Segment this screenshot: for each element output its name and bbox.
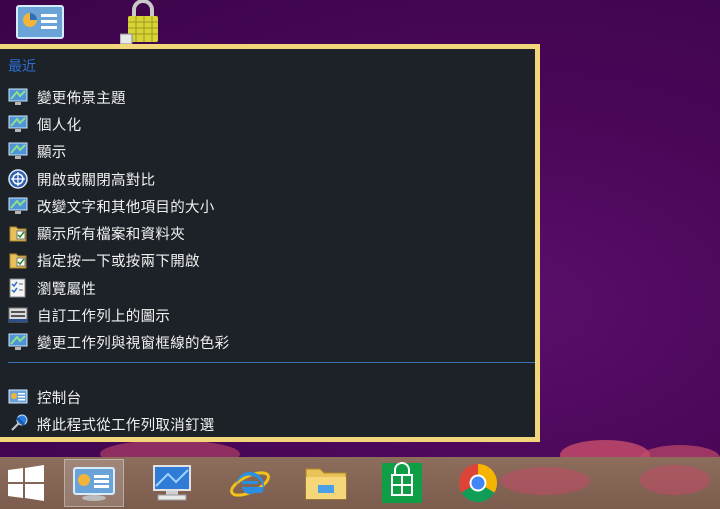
recent-item-single-double-click[interactable]: 指定按一下或按兩下開啟 <box>8 248 528 272</box>
internet-explorer-icon <box>230 471 270 497</box>
windows-logo-icon <box>8 465 44 501</box>
recent-item-personalization[interactable]: 個人化 <box>8 112 528 136</box>
unpin-icon <box>8 414 28 434</box>
recent-item-high-contrast[interactable]: 開啟或關閉高對比 <box>8 167 528 191</box>
jump-list-divider <box>8 362 535 363</box>
computer-taskbar-button[interactable] <box>142 459 202 507</box>
start-button[interactable] <box>0 459 52 507</box>
control-panel-desktop-icon[interactable] <box>16 0 64 48</box>
monitor-icon <box>8 332 28 352</box>
taskbar-splat <box>500 467 590 495</box>
taskbar-icon <box>8 305 28 325</box>
task-item-unpin[interactable]: 將此程式從工作列取消釘選 <box>8 412 528 436</box>
recent-item-label: 顯示 <box>37 144 67 161</box>
store-taskbar-button[interactable] <box>372 459 432 507</box>
internet-explorer-taskbar-button[interactable] <box>220 459 280 507</box>
monitor-icon <box>8 114 28 134</box>
recent-section-header: 最近 <box>8 59 36 75</box>
monitor-icon <box>8 196 28 216</box>
recent-item-label: 變更佈景主題 <box>37 90 126 107</box>
jump-list: 最近 變更佈景主題 個人化 顯示 開啟或關閉高對比 改變文字和其他項目的大小 顯… <box>0 44 540 442</box>
recent-item-taskbar-color[interactable]: 變更工作列與視窗框線的色彩 <box>8 330 528 354</box>
recent-item-show-hidden-files[interactable]: 顯示所有檔案和資料夾 <box>8 221 528 245</box>
recent-item-display[interactable]: 顯示 <box>8 139 528 163</box>
folder-options-icon <box>8 250 28 270</box>
recent-item-browse-properties[interactable]: 瀏覽屬性 <box>8 276 528 300</box>
task-item-label: 將此程式從工作列取消釘選 <box>37 417 215 434</box>
recent-item-label: 改變文字和其他項目的大小 <box>37 199 215 216</box>
monitor-icon <box>8 87 28 107</box>
file-explorer-taskbar-button[interactable] <box>296 459 356 507</box>
chrome-taskbar-button[interactable] <box>448 459 508 507</box>
computer-icon <box>153 465 191 501</box>
taskbar <box>0 457 720 509</box>
checklist-icon <box>8 278 28 298</box>
recent-item-label: 開啟或關閉高對比 <box>37 172 156 189</box>
control-panel-taskbar-button[interactable] <box>64 459 124 507</box>
recent-item-label: 個人化 <box>37 117 82 134</box>
chrome-icon <box>459 463 498 503</box>
accessibility-icon <box>8 169 28 189</box>
folder-options-icon <box>8 223 28 243</box>
desktop-background: 最近 變更佈景主題 個人化 顯示 開啟或關閉高對比 改變文字和其他項目的大小 顯… <box>0 0 720 509</box>
recent-item-label: 顯示所有檔案和資料夾 <box>37 226 185 243</box>
control-panel-icon <box>16 5 64 39</box>
task-item-label: 控制台 <box>37 390 82 407</box>
recent-item-label: 自訂工作列上的圖示 <box>37 308 171 325</box>
padlock-icon <box>119 0 158 45</box>
folder-icon <box>305 468 347 500</box>
control-panel-icon <box>73 467 115 501</box>
recent-item-label: 變更工作列與視窗框線的色彩 <box>37 335 230 352</box>
recent-item-label: 瀏覽屬性 <box>37 281 97 298</box>
recent-item-taskbar-icons[interactable]: 自訂工作列上的圖示 <box>8 303 528 327</box>
store-icon <box>382 462 422 503</box>
taskbar-splat <box>640 465 710 495</box>
monitor-icon <box>8 141 28 161</box>
control-panel-icon <box>8 387 28 407</box>
lock-folder-desktop-icon[interactable] <box>119 0 168 48</box>
recent-item-change-theme[interactable]: 變更佈景主題 <box>8 85 528 109</box>
recent-item-label: 指定按一下或按兩下開啟 <box>37 253 200 270</box>
recent-item-text-size[interactable]: 改變文字和其他項目的大小 <box>8 194 528 218</box>
task-item-control-panel[interactable]: 控制台 <box>8 385 528 409</box>
